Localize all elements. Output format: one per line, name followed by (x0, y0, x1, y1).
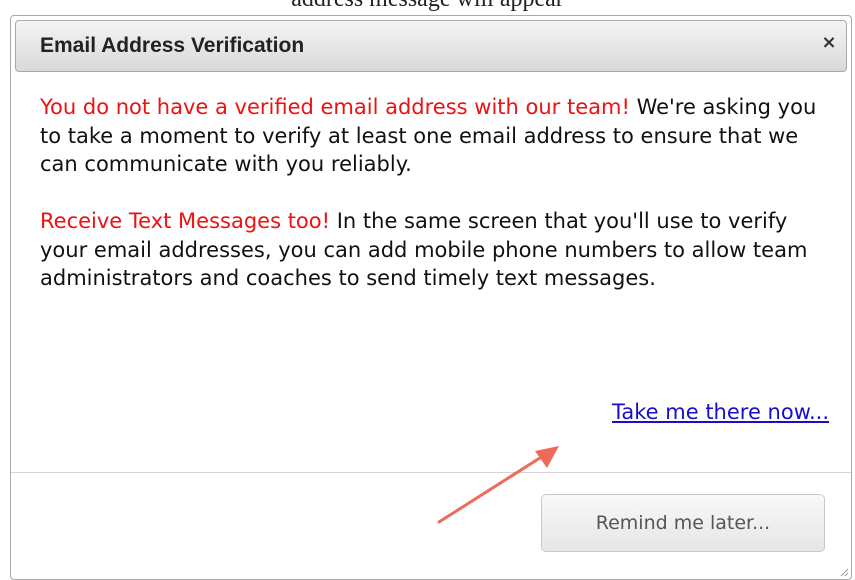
email-verification-dialog: Email Address Verification × You do not … (10, 15, 852, 580)
take-me-there-link[interactable]: Take me there now... (612, 400, 829, 424)
dialog-title: Email Address Verification (40, 34, 305, 57)
cropped-caption: address message will appear (0, 0, 855, 13)
dialog-body: You do not have a verified email address… (40, 93, 840, 293)
close-button[interactable]: × (818, 32, 840, 54)
close-icon: × (821, 32, 837, 53)
text-messages-paragraph: Receive Text Messages too! In the same s… (40, 207, 840, 293)
dialog-titlebar: Email Address Verification × (15, 20, 847, 72)
remind-later-button[interactable]: Remind me later... (541, 494, 825, 552)
annotation-arrow-icon (437, 446, 559, 524)
resize-handle-icon[interactable] (839, 567, 849, 577)
verification-paragraph: You do not have a verified email address… (40, 93, 840, 179)
text-messages-highlight: Receive Text Messages too! (40, 209, 331, 233)
link-row: Take me there now... (11, 400, 829, 424)
verification-warning: You do not have a verified email address… (40, 95, 630, 119)
